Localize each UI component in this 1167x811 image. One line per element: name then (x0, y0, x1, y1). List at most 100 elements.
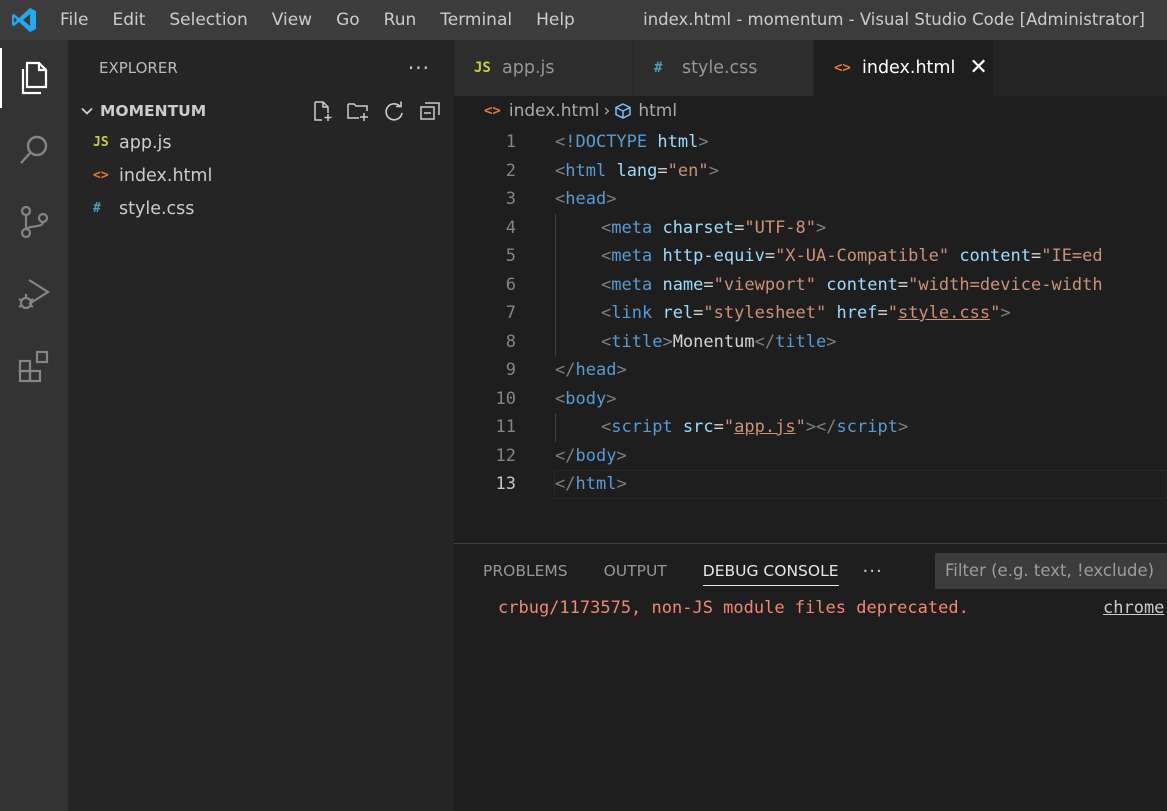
code-token: > (606, 388, 617, 409)
bottom-panel: PROBLEMS OUTPUT DEBUG CONSOLE ··· Filter… (454, 543, 1167, 811)
code-token: body (565, 388, 607, 409)
line-number: 7 (505, 303, 516, 323)
filter-input[interactable]: Filter (e.g. text, !exclude) (935, 553, 1167, 589)
source-control-icon[interactable] (0, 192, 68, 252)
menu-terminal[interactable]: Terminal (428, 0, 524, 40)
editor-area: JS app.js # style.css <> index.html ✕ <>… (454, 40, 1167, 811)
code-line[interactable]: 11 <script src="app.js"></script> (454, 413, 1167, 442)
collapse-all-icon[interactable] (418, 99, 442, 123)
code-token: html (657, 132, 699, 152)
code-token: > (616, 445, 627, 466)
code-token: </ (555, 445, 576, 466)
chevron-right-icon: › (603, 101, 611, 121)
run-debug-icon[interactable] (0, 264, 68, 324)
code-line[interactable]: 12 </body> (454, 442, 1167, 471)
code-token: meta (611, 246, 653, 266)
code-token[interactable]: style.css (898, 303, 990, 323)
code-token: rel (662, 303, 694, 323)
line-number: 2 (505, 160, 516, 181)
close-icon[interactable]: ✕ (969, 57, 987, 79)
breadcrumb: <> index.html › html (454, 96, 1167, 126)
code-token: body (575, 445, 617, 466)
code-text: <title>Monentum</title> (555, 328, 837, 357)
code-text: <meta http-equiv="X-UA-Compatible" conte… (555, 242, 1103, 271)
code-token: name (662, 274, 704, 295)
code-token: "IE=ed (1041, 246, 1103, 266)
tab-label: style.css (682, 58, 758, 78)
css-file-icon: # (654, 60, 663, 76)
code-text: <link rel="stylesheet" href="style.css"> (555, 299, 1011, 328)
code-token: charset (662, 217, 735, 238)
tab-output[interactable]: OUTPUT (604, 544, 667, 598)
more-actions-icon[interactable]: ··· (863, 561, 883, 582)
code-token: > (708, 160, 719, 181)
explorer-icon[interactable] (0, 48, 68, 108)
code-token: > (698, 132, 709, 152)
tab-app-js[interactable]: JS app.js (454, 40, 634, 96)
code-token: html (575, 474, 617, 494)
code-token: script (611, 417, 673, 437)
code-line[interactable]: 2 <html lang="en"> (454, 157, 1167, 186)
menu-help[interactable]: Help (524, 0, 587, 40)
refresh-icon[interactable] (382, 99, 406, 123)
code-token: "viewport" (713, 274, 817, 295)
file-item-index-html[interactable]: <> index.html (68, 159, 454, 192)
line-number: 12 (495, 445, 516, 466)
javascript-file-icon: JS (474, 60, 491, 76)
code-token: "UTF-8" (744, 217, 817, 238)
code-line[interactable]: 3 <head> (454, 185, 1167, 214)
more-actions-icon[interactable]: ··· (408, 56, 430, 80)
code-token: = (703, 274, 714, 295)
search-icon[interactable] (0, 120, 68, 180)
menu-run[interactable]: Run (372, 0, 429, 40)
tab-problems[interactable]: PROBLEMS (483, 544, 568, 598)
menu-file[interactable]: File (48, 0, 100, 40)
code-line[interactable]: 13 </html> (454, 470, 1167, 499)
code-line[interactable]: 8 <title>Monentum</title> (454, 327, 1167, 357)
menu-view[interactable]: View (260, 0, 324, 40)
new-folder-icon[interactable] (346, 99, 370, 123)
menu-selection[interactable]: Selection (157, 0, 259, 40)
code-line[interactable]: 10 <body> (454, 385, 1167, 414)
menu-go[interactable]: Go (324, 0, 372, 40)
menu-edit[interactable]: Edit (100, 0, 157, 40)
tab-style-css[interactable]: # style.css (634, 40, 814, 96)
code-token: Monentum (672, 331, 755, 352)
line-number: 6 (505, 274, 516, 295)
code-line[interactable]: 7 <link rel="stylesheet" href="style.css"… (454, 299, 1167, 328)
breadcrumb-file[interactable]: index.html (509, 101, 600, 121)
new-file-icon[interactable] (310, 99, 334, 123)
code-line[interactable]: 5 <meta http-equiv="X-UA-Compatible" cont… (454, 242, 1167, 271)
sidebar-header: EXPLORER ··· (68, 40, 454, 96)
extensions-icon[interactable] (0, 336, 68, 396)
tab-index-html[interactable]: <> index.html ✕ (814, 40, 994, 96)
tab-label: app.js (502, 58, 555, 78)
code-line[interactable]: 1 <!DOCTYPE html> (454, 128, 1167, 157)
sidebar-title: EXPLORER (99, 59, 178, 77)
file-item-style-css[interactable]: # style.css (68, 192, 454, 225)
folder-row[interactable]: MOMENTUM (68, 96, 454, 126)
title-bar: File Edit Selection View Go Run Terminal… (0, 0, 1167, 40)
code-line[interactable]: 4 <meta charset="UTF-8"> (454, 213, 1167, 242)
code-text: </html> (555, 470, 627, 499)
tab-label: index.html (862, 58, 956, 78)
code-token: head (575, 360, 617, 380)
file-name: style.css (119, 198, 195, 219)
file-item-app-js[interactable]: JS app.js (68, 126, 454, 159)
code-token: content (959, 246, 1031, 266)
chevron-down-icon[interactable] (76, 104, 98, 118)
tab-debug-console[interactable]: DEBUG CONSOLE (702, 544, 839, 598)
code-line[interactable]: 6 <meta name="viewport" content="width=de… (454, 270, 1167, 299)
code-token: = (877, 303, 888, 323)
code-token[interactable]: app.js (734, 417, 795, 437)
code-editor[interactable]: 1 <!DOCTYPE html> 2 <html lang="en"> 3 <head>… (454, 128, 1167, 544)
console-source-link[interactable]: chrome (1103, 598, 1164, 618)
breadcrumb-symbol[interactable]: html (638, 101, 677, 121)
code-token: < (601, 274, 612, 295)
code-line[interactable]: 9 </head> (454, 356, 1167, 385)
code-token: > (606, 189, 617, 209)
